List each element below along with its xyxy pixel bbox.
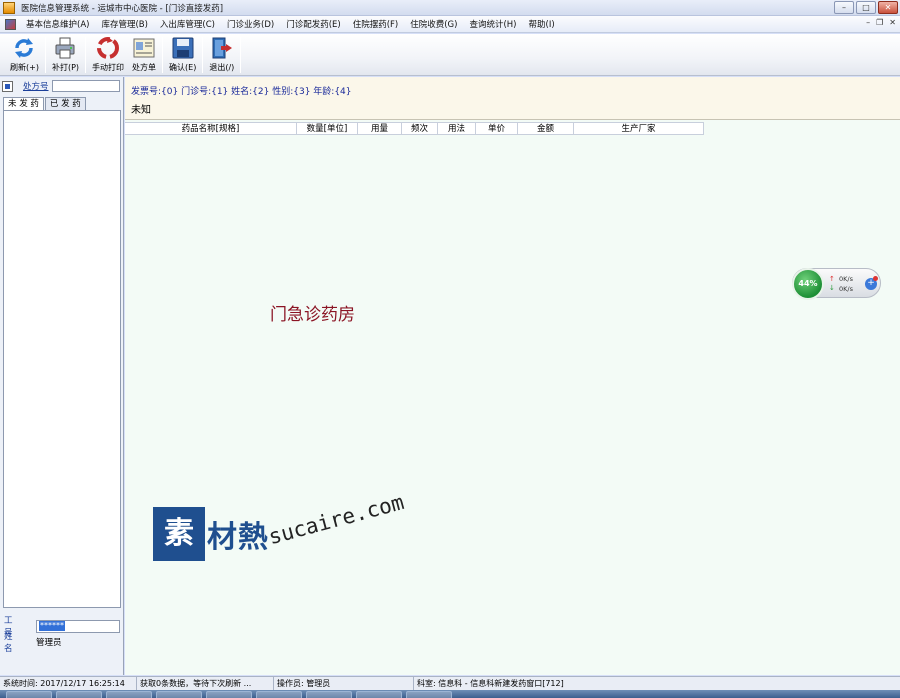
menu-query-stats[interactable]: 查询统计(H) — [463, 18, 522, 30]
status-bar: 系统时间: 2017/12/17 16:25:14 获取0条数据，等待下次刷新 … — [0, 676, 900, 690]
tab-undispensed[interactable]: 未 发 药 — [3, 97, 44, 110]
column-amount[interactable]: 金额 — [518, 123, 574, 134]
patient-info-bar: 发票号:{0} 门诊号:{1} 姓名:{2} 性别:{3} 年龄:{4} 未知 — [125, 77, 900, 120]
mdi-child-icon[interactable] — [5, 18, 16, 30]
status-department: 科室: 信息科 - 信息科新建发药窗口[712] — [417, 679, 564, 688]
prescription-icon — [132, 36, 156, 60]
mdi-restore-button[interactable]: ❐ — [876, 18, 883, 27]
pharmacy-title: 门急诊药房 — [270, 305, 355, 325]
toolbar-separator — [85, 37, 87, 73]
exit-label: 退出(/) — [209, 63, 235, 72]
toolbar-separator — [162, 37, 164, 73]
menu-basic-info[interactable]: 基本信息维护(A) — [20, 18, 95, 30]
network-speed-widget[interactable]: 44% ↑ 0K/s ↓ 0K/s + — [792, 268, 881, 300]
download-arrow-icon: ↓ — [829, 284, 835, 292]
prescription-no-input[interactable] — [52, 80, 120, 92]
menu-inpatient-dispense[interactable]: 住院摆药(F) — [347, 18, 405, 30]
employee-name-row: 姓 名 管理员 — [4, 630, 62, 654]
column-quantity[interactable]: 数量[单位] — [297, 123, 358, 134]
taskbar-button[interactable] — [106, 691, 152, 698]
mdi-controls: – ❐ ✕ — [866, 18, 896, 27]
minimize-button[interactable]: – — [834, 1, 854, 14]
upload-arrow-icon: ↑ — [829, 275, 835, 283]
manual-print-icon — [96, 36, 120, 60]
window-title: 医院信息管理系统 - 运城市中心医院 - [门诊直接发药] — [21, 3, 224, 14]
prescription-list[interactable] — [3, 110, 121, 608]
mdi-close-button[interactable]: ✕ — [889, 18, 896, 27]
status-message: 获取0条数据，等待下次刷新 ... — [137, 677, 274, 690]
tab-dispensed[interactable]: 已 发 药 — [44, 97, 86, 110]
column-usage[interactable]: 用法 — [438, 123, 476, 134]
patient-status-text: 未知 — [131, 105, 151, 116]
taskbar-button[interactable] — [156, 691, 202, 698]
menu-outpatient-dispense[interactable]: 门诊配发药(E) — [280, 18, 347, 30]
status-system-time: 系统时间: 2017/12/17 16:25:14 — [0, 677, 137, 690]
refresh-button[interactable]: 刷新(+) — [6, 36, 43, 74]
toolbar: 刷新(+) 补打(P) 手动打印 处方单 确认(E) 退出(/) — [0, 34, 900, 76]
taskbar-button[interactable] — [6, 691, 52, 698]
taskbar-button[interactable] — [406, 691, 452, 698]
save-disk-icon — [171, 36, 195, 60]
refresh-label: 刷新(+) — [10, 63, 39, 72]
dispense-tabs: 未 发 药 已 发 药 — [3, 97, 87, 110]
exit-door-icon — [210, 36, 234, 60]
exit-button[interactable]: 退出(/) — [205, 36, 238, 74]
confirm-label: 确认(E) — [169, 63, 197, 72]
window-controls: – □ ✕ — [834, 1, 898, 14]
menu-stock-in-out[interactable]: 入出库管理(C) — [154, 18, 221, 30]
confirm-button[interactable]: 确认(E) — [165, 36, 200, 74]
menu-bar: 基本信息维护(A) 库存管理(B) 入出库管理(C) 门诊业务(D) 门诊配发药… — [0, 16, 900, 33]
download-rate: 0K/s — [839, 285, 853, 293]
reprint-button[interactable]: 补打(P) — [48, 36, 83, 74]
employee-name-value: 管理员 — [36, 638, 62, 648]
title-bar: 医院信息管理系统 - 运城市中心医院 - [门诊直接发药] – □ ✕ — [0, 0, 900, 16]
taskbar-button[interactable] — [356, 691, 402, 698]
memory-usage-gauge: 44% — [792, 268, 824, 300]
menu-inventory[interactable]: 库存管理(B) — [95, 18, 153, 30]
toolbar-separator — [44, 37, 46, 73]
watermark-logo: 素 — [153, 507, 205, 561]
taskbar-button[interactable] — [56, 691, 102, 698]
toolbar-separator — [202, 37, 204, 73]
prescription-no-label[interactable]: 处方号 — [23, 80, 49, 92]
maximize-button[interactable]: □ — [856, 1, 876, 14]
menu-inpatient-billing[interactable]: 住院收费(G) — [404, 18, 463, 30]
reprint-label: 补打(P) — [51, 63, 80, 72]
column-frequency[interactable]: 频次 — [402, 123, 438, 134]
upload-rate: 0K/s — [839, 275, 853, 283]
taskbar-button[interactable] — [256, 691, 302, 698]
main-area: 发票号:{0} 门诊号:{1} 姓名:{2} 性别:{3} 年龄:{4} 未知 … — [125, 77, 900, 675]
manual-print-label: 手动打印 — [92, 63, 125, 72]
manual-print-button[interactable]: 手动打印 — [88, 36, 128, 74]
printer-icon — [53, 36, 77, 60]
prescription-no-row: 处方号 — [2, 80, 49, 92]
status-operator: 操作员: 管理员 — [274, 677, 414, 690]
watermark-logo-text: 材熱 — [207, 520, 269, 555]
column-manufacturer[interactable]: 生产厂家 — [574, 123, 704, 134]
prescription-label: 处方单 — [132, 63, 157, 72]
column-unit-price[interactable]: 单价 — [476, 123, 518, 134]
patient-info-line: 发票号:{0} 门诊号:{1} 姓名:{2} 性别:{3} 年龄:{4} — [131, 87, 352, 97]
prescription-button[interactable]: 处方单 — [128, 36, 160, 74]
employee-name-label: 姓 名 — [4, 632, 19, 654]
close-button[interactable]: ✕ — [878, 1, 898, 14]
app-icon — [3, 1, 15, 14]
alert-dot-icon — [873, 276, 878, 281]
taskbar-button[interactable] — [306, 691, 352, 698]
toolbar-separator — [240, 37, 242, 73]
prescription-small-icon — [2, 80, 13, 92]
refresh-icon — [12, 36, 36, 60]
mdi-minimize-button[interactable]: – — [866, 18, 870, 27]
taskbar-button[interactable] — [206, 691, 252, 698]
column-dosage[interactable]: 用量 — [358, 123, 402, 134]
left-panel: 处方号 未 发 药 已 发 药 工 号 ****** 姓 名 管理员 — [0, 77, 124, 675]
column-drug-name[interactable]: 药品名称[规格] — [125, 123, 297, 134]
menu-outpatient[interactable]: 门诊业务(D) — [221, 18, 280, 30]
os-taskbar — [0, 690, 900, 698]
menu-help[interactable]: 帮助(I) — [523, 18, 561, 30]
drug-grid-header: 药品名称[规格] 数量[单位] 用量 频次 用法 单价 金额 生产厂家 — [125, 122, 704, 135]
